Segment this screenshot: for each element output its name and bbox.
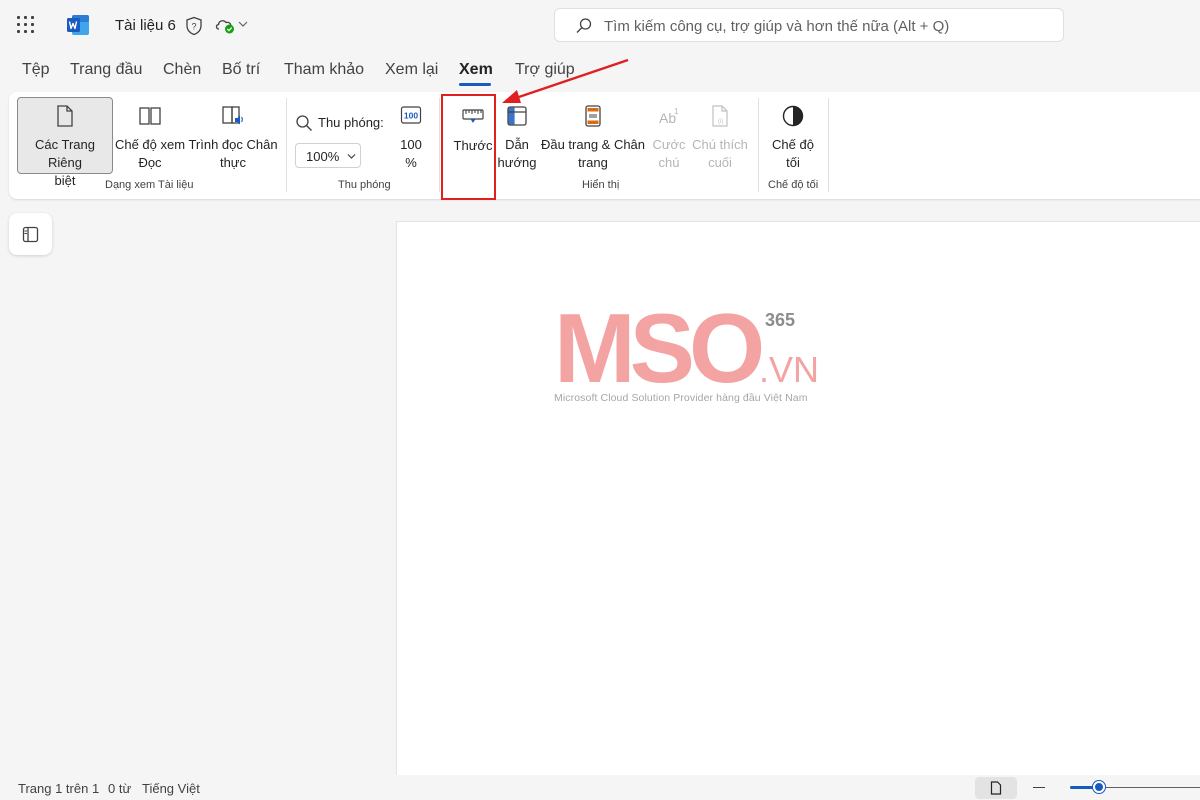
language-indicator[interactable]: Tiếng Việt [142,781,200,796]
group-label-doc-views: Dạng xem Tài liệu [105,179,194,191]
annotation-arrow [502,58,629,103]
immersive-reader-button[interactable]: Trình đọc Chân thực [187,104,279,172]
group-label-show: Hiển thị [582,179,620,191]
logo-suffix: .VN [759,349,819,390]
zoom-slider-thumb[interactable] [1092,781,1105,793]
ribbon-separator [439,98,440,192]
logo-superscript: 365 [765,310,795,330]
dark-mode-button[interactable]: Chế độ tối [765,104,821,172]
navigation-pane-button[interactable]: Dẫn hướng [495,104,539,172]
chevron-down-icon[interactable] [238,20,248,28]
svg-text:100: 100 [404,111,418,121]
title-bar: Tài liệu 6 ? Tìm kiếm công cụ, trợ giúp … [0,0,1200,52]
reading-mode-button[interactable]: Chế độ xem Đọc [113,104,187,172]
tab-references[interactable]: Tham khảo [284,61,364,79]
search-icon [576,18,592,33]
immersive-reader-icon [222,106,243,125]
group-label-dark-mode: Chế độ tối [768,179,819,191]
navigation-pane-toggle[interactable] [9,213,52,255]
zoom-100-icon: 100 [400,106,422,124]
cloud-saved-icon[interactable] [214,16,236,34]
search-placeholder: Tìm kiếm công cụ, trợ giúp và hơn thế nữ… [604,18,950,35]
zoom-dropdown[interactable]: 100% [295,143,361,168]
logo-tagline: Microsoft Cloud Solution Provider hàng đ… [554,392,808,404]
app-launcher-icon[interactable] [17,16,35,34]
zoom-label: Thu phóng: [318,115,384,130]
footnotes-button[interactable]: Ab 1 Cước chú [649,104,689,172]
status-bar: Trang 1 trên 1 0 từ Tiếng Việt [0,775,1200,800]
tab-file[interactable]: Tệp [22,61,50,79]
search-input[interactable]: Tìm kiếm công cụ, trợ giúp và hơn thế nữ… [554,8,1064,42]
svg-text:?: ? [191,22,196,32]
svg-text:1: 1 [674,107,679,116]
contrast-icon [782,105,804,127]
endnote-icon: (i) [712,105,728,127]
active-tab-indicator [459,83,491,86]
sidebar-icon [22,226,39,243]
ribbon-separator [286,98,287,192]
ruler-highlight-box [441,94,496,200]
zoom-100-button[interactable]: 100 100 % [391,104,431,172]
page-count[interactable]: Trang 1 trên 1 [18,781,99,796]
svg-text:(i): (i) [718,119,723,125]
word-count[interactable]: 0 từ [108,781,131,796]
footnote-icon: Ab 1 [659,107,679,126]
document-title[interactable]: Tài liệu 6 [115,17,176,34]
word-logo-icon[interactable] [66,14,90,36]
page-icon [990,781,1002,795]
tab-insert[interactable]: Chèn [163,61,201,79]
chevron-down-icon [347,154,356,159]
tab-view[interactable]: Xem [459,61,493,79]
tab-layout[interactable]: Bố trí [222,61,260,79]
group-label-zoom: Thu phóng [338,179,391,191]
ribbon-separator [828,98,829,192]
separate-pages-button[interactable]: Các Trang Riêng biệt [17,104,113,190]
logo-text: MSO [554,302,762,403]
zoom-magnifier-icon [296,115,312,131]
sensitivity-shield-icon[interactable]: ? [185,16,203,36]
page-icon [57,105,73,127]
ribbon-separator [758,98,759,192]
zoom-out-button[interactable] [1033,787,1045,788]
book-open-icon [139,107,161,125]
header-footer-button[interactable]: Đầu trang & Chân trang [539,104,647,172]
print-layout-view-button[interactable] [975,777,1017,799]
endnotes-button[interactable]: (i) Chú thích cuối [689,104,751,172]
zoom-dropdown-value: 100% [306,149,340,164]
tab-review[interactable]: Xem lại [385,61,438,79]
tab-home[interactable]: Trang đầu [70,61,142,79]
document-page[interactable]: MSO 365 .VN Microsoft Cloud Solution Pro… [396,221,1200,781]
